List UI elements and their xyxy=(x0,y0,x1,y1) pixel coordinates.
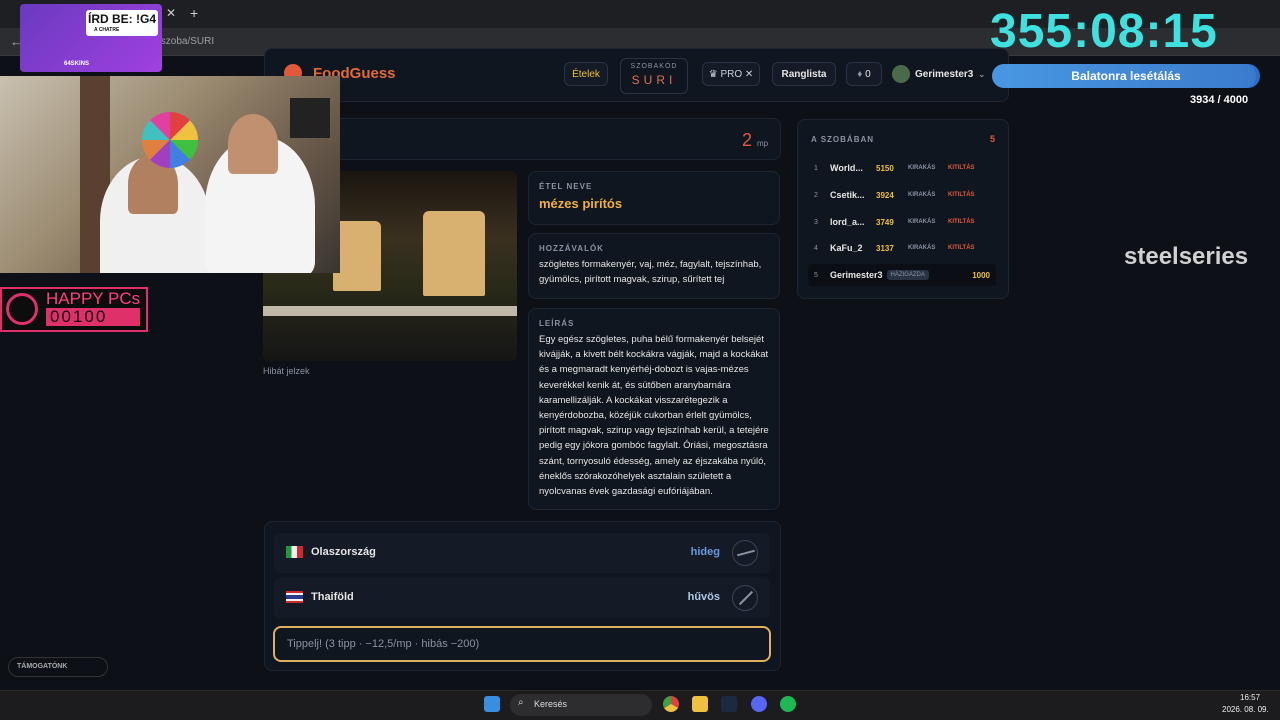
player-rank: 4 xyxy=(814,244,818,252)
timer-unit: mp xyxy=(757,139,769,148)
search-icon: ⌕ xyxy=(518,697,524,708)
leaderboard-button[interactable]: Ranglista xyxy=(772,62,836,86)
room-code-box: SZOBAKÓD SURI xyxy=(620,58,688,94)
chevron-down-icon: ⌄ xyxy=(978,69,986,79)
clock-time[interactable]: 16:57 xyxy=(1240,693,1260,702)
player-score: 3749 xyxy=(876,217,894,227)
goal-title: Balatonra lesétálás xyxy=(1071,69,1181,83)
steelseries-logo: steelseries xyxy=(1124,243,1249,270)
food-name: mézes pirítós xyxy=(539,196,623,211)
player-row-self: 5 Gerimester3 HÁZIGAZDA 1000 xyxy=(808,264,996,286)
player-score: 3137 xyxy=(876,243,894,253)
timer-value: 2 xyxy=(742,130,753,150)
player-score: 3924 xyxy=(876,190,894,200)
happy-pcs-title: HAPPY PCs xyxy=(46,289,141,308)
address-text[interactable]: /szoba/SURI xyxy=(158,36,214,47)
guess-input[interactable] xyxy=(287,638,757,650)
ban-button[interactable]: KITILTÁS xyxy=(948,219,975,225)
description-card: LEÍRÁS Egy egész szögletes, puha bélű fo… xyxy=(528,308,780,510)
kick-button[interactable]: KIRAKÁS xyxy=(908,165,948,171)
room-code-label: SZOBAKÓD xyxy=(630,63,678,70)
player-score: 5150 xyxy=(876,163,894,173)
discord-icon[interactable] xyxy=(751,696,767,712)
player-rank: 2 xyxy=(814,191,818,199)
score-badge: ♦ 0 xyxy=(846,62,882,86)
goal-progress: 3934 / 4000 xyxy=(1190,94,1249,106)
pro-label: PRO xyxy=(720,68,743,80)
crown-icon: ♛ xyxy=(708,68,721,80)
player-name: World... xyxy=(830,163,863,173)
host-badge: HÁZIGAZDA xyxy=(886,270,929,280)
sponsor-tag: 64SKINS xyxy=(64,61,90,67)
kick-button[interactable]: KIRAKÁS xyxy=(908,192,948,198)
happy-pcs-text: HAPPY PCs 00100 xyxy=(46,289,141,326)
ban-button[interactable]: KITILTÁS xyxy=(948,165,975,171)
user-menu[interactable]: Gerimester3 ⌄ xyxy=(892,62,988,86)
description-label: LEÍRÁS xyxy=(539,319,575,328)
player-name: KaFu_2 xyxy=(830,243,863,253)
thailand-flag-icon xyxy=(286,591,303,603)
compass-icon xyxy=(732,540,758,566)
description-text: Egy egész szögletes, puha bélű formakeny… xyxy=(539,334,769,498)
guess-row: Thaiföld hűvös xyxy=(274,578,770,618)
room-code: SURI xyxy=(631,73,677,87)
room-title: A SZOBÁBAN xyxy=(811,135,875,144)
player-row: 2 Csetik... 3924 KIRAKÁS KITILTÁS xyxy=(808,184,996,206)
player-rank: 3 xyxy=(814,218,818,226)
player-rank: 5 xyxy=(814,271,818,279)
food-name-label: ÉTEL NEVE xyxy=(539,182,593,191)
ingredients-card: HOZZÁVALÓK szögletes formakenyér, vaj, m… xyxy=(528,233,780,299)
stream-clock: 355:08:15 xyxy=(990,5,1218,58)
close-tab-icon[interactable]: ✕ xyxy=(166,6,176,20)
ingredients-text: szögletes formakenyér, vaj, méz, fagylal… xyxy=(539,259,762,285)
ban-button[interactable]: KITILTÁS xyxy=(948,245,975,251)
player-name: Gerimester3 xyxy=(830,270,883,280)
webcam-feed xyxy=(0,76,340,273)
guess-hint: hűvös xyxy=(687,591,720,603)
happy-pcs-logo-icon xyxy=(6,293,38,325)
report-error-link[interactable]: Hibát jelzek xyxy=(263,366,310,376)
player-row: 1 World... 5150 KIRAKÁS KITILTÁS xyxy=(808,157,996,179)
prize-wheel-icon xyxy=(142,112,198,168)
goal-bar: Balatonra lesétálás xyxy=(992,64,1260,88)
player-score: 1000 xyxy=(972,270,990,280)
pro-button[interactable]: ♛ PRO ✕ xyxy=(702,62,760,86)
guess-input-wrapper[interactable] xyxy=(273,626,771,662)
windows-start-icon[interactable] xyxy=(484,696,500,712)
guess-hint: hideg xyxy=(690,546,720,558)
flame-icon: ♦ xyxy=(857,68,866,80)
close-icon: ✕ xyxy=(742,68,754,80)
support-badge: TÁMOGATÓNK xyxy=(8,657,108,677)
clock-date[interactable]: 2026. 08. 09. xyxy=(1222,705,1269,714)
username: Gerimester3 xyxy=(915,68,974,80)
avatar xyxy=(892,65,910,83)
food-name-card: ÉTEL NEVE mézes pirítós xyxy=(528,171,780,225)
player-row: 4 KaFu_2 3137 KIRAKÁS KITILTÁS xyxy=(808,237,996,259)
taskbar-search[interactable]: Keresés xyxy=(510,694,652,716)
player-name: lord_a... xyxy=(830,217,865,227)
compass-icon xyxy=(732,585,758,611)
ingredients-label: HOZZÁVALÓK xyxy=(539,244,604,253)
steam-icon[interactable] xyxy=(721,696,737,712)
file-explorer-icon[interactable] xyxy=(692,696,708,712)
foods-button[interactable]: Ételek xyxy=(564,62,608,86)
guess-row: Olaszország hideg xyxy=(274,533,770,573)
score-value: 0 xyxy=(865,68,871,80)
player-name: Csetik... xyxy=(830,190,865,200)
kick-button[interactable]: KIRAKÁS xyxy=(908,245,948,251)
timer-card xyxy=(264,118,781,160)
room-player-count: 5 xyxy=(990,134,996,144)
player-row: 3 lord_a... 3749 KIRAKÁS KITILTÁS xyxy=(808,211,996,233)
new-tab-icon[interactable]: + xyxy=(190,5,198,21)
player-rank: 1 xyxy=(814,164,818,172)
banner-subtext: A CHATRE xyxy=(94,27,120,33)
chrome-icon[interactable] xyxy=(663,696,679,712)
italy-flag-icon xyxy=(286,546,303,558)
guess-country: Thaiföld xyxy=(311,591,354,603)
ban-button[interactable]: KITILTÁS xyxy=(948,192,975,198)
happy-pcs-counter: 00100 xyxy=(46,308,141,326)
kick-button[interactable]: KIRAKÁS xyxy=(908,219,948,225)
guess-country: Olaszország xyxy=(311,546,376,558)
spotify-icon[interactable] xyxy=(780,696,796,712)
